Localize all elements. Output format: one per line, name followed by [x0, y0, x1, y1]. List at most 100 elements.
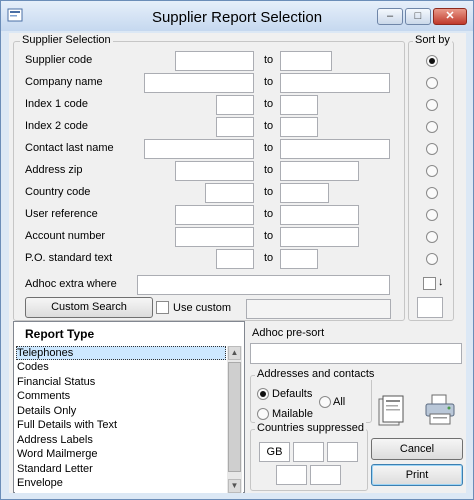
contact-last-name-from[interactable] [144, 139, 254, 159]
contact-last-name-to[interactable] [280, 139, 390, 159]
adhoc-extra-where-input[interactable] [137, 275, 390, 295]
report-window: Supplier Report Selection – □ ✕ Supplier… [0, 0, 474, 500]
index2-code-to[interactable] [280, 117, 318, 137]
contact-last-name-to-label: to [264, 142, 274, 154]
custom-search-button[interactable]: Custom Search [25, 297, 153, 318]
account-number-to[interactable] [280, 227, 359, 247]
adhoc-extra-where-label: Adhoc extra where [25, 278, 117, 290]
print-button[interactable]: Print [371, 464, 463, 486]
list-item-details-only[interactable]: Details Only [16, 404, 226, 418]
po-standard-text-from[interactable] [216, 249, 254, 269]
printer-icon[interactable] [422, 393, 458, 427]
country-suppressed-1[interactable] [259, 442, 290, 462]
report-type-list[interactable]: Telephones Codes Financial Status Commen… [15, 346, 243, 493]
use-custom-checkbox[interactable] [156, 301, 169, 314]
minimize-button[interactable]: – [377, 8, 403, 25]
company-name-to[interactable] [280, 73, 390, 93]
sort-by-extra-input[interactable] [417, 297, 443, 318]
countries-suppressed-group: Countries suppressed [250, 422, 368, 491]
all-radio[interactable] [319, 396, 331, 408]
company-name-to-label: to [264, 76, 274, 88]
country-suppressed-2[interactable] [293, 442, 324, 462]
account-number-to-label: to [264, 230, 274, 242]
adhoc-presort-label: Adhoc pre-sort [252, 327, 325, 339]
defaults-radio[interactable] [257, 388, 269, 400]
maximize-icon: □ [414, 10, 422, 22]
down-arrow-icon: ↓ [438, 276, 444, 288]
index1-code-to-label: to [264, 98, 274, 110]
supplier-selection-group: Supplier Selection Supplier code to Comp… [13, 34, 405, 321]
list-item-financial-status[interactable]: Financial Status [16, 375, 226, 389]
list-item-standard-letter[interactable]: Standard Letter [16, 462, 226, 476]
list-item-telephones[interactable]: Telephones [16, 346, 226, 360]
report-type-title: Report Type [25, 327, 95, 341]
cancel-button[interactable]: Cancel [371, 438, 463, 460]
list-item-envelope[interactable]: Envelope [16, 476, 226, 490]
list-item-comments[interactable]: Comments [16, 389, 226, 403]
list-item-word-mailmerge[interactable]: Word Mailmerge [16, 447, 226, 461]
sort-by-radio-2[interactable] [426, 77, 438, 89]
address-zip-to[interactable] [280, 161, 359, 181]
sort-by-radio-7[interactable] [426, 187, 438, 199]
mailable-label: Mailable [272, 408, 313, 420]
sort-by-radio-3[interactable] [426, 99, 438, 111]
country-suppressed-5[interactable] [310, 465, 341, 485]
use-custom-label: Use custom [173, 302, 232, 314]
account-number-label: Account number [25, 230, 106, 242]
index1-code-from[interactable] [216, 95, 254, 115]
po-standard-text-to[interactable] [280, 249, 318, 269]
sort-by-title: Sort by [413, 34, 452, 46]
defaults-label: Defaults [272, 388, 313, 400]
user-reference-from[interactable] [175, 205, 254, 225]
scroll-up-icon[interactable]: ▲ [228, 346, 241, 360]
sort-by-radio-10[interactable] [426, 253, 438, 265]
list-item-address-labels[interactable]: Address Labels [16, 433, 226, 447]
address-zip-to-label: to [264, 164, 274, 176]
sort-by-radio-1[interactable] [426, 55, 438, 67]
index1-code-label: Index 1 code [25, 98, 88, 110]
addresses-contacts-group: Addresses and contacts Defaults All Mail… [250, 368, 377, 423]
index1-code-to[interactable] [280, 95, 318, 115]
index2-code-label: Index 2 code [25, 120, 88, 132]
list-scrollbar[interactable]: ▲ ▼ [227, 346, 242, 493]
po-standard-text-to-label: to [264, 252, 274, 264]
sort-by-radio-5[interactable] [426, 143, 438, 155]
account-number-from[interactable] [175, 227, 254, 247]
close-button[interactable]: ✕ [433, 8, 467, 25]
sort-by-radio-9[interactable] [426, 231, 438, 243]
list-item-full-details[interactable]: Full Details with Text [16, 418, 226, 432]
mailable-radio[interactable] [257, 408, 269, 420]
index2-code-from[interactable] [216, 117, 254, 137]
title-bar: Supplier Report Selection – □ ✕ [1, 1, 473, 31]
company-name-from[interactable] [144, 73, 254, 93]
supplier-code-from[interactable] [175, 51, 254, 71]
sort-descending-checkbox[interactable] [423, 277, 436, 290]
maximize-button[interactable]: □ [405, 8, 431, 25]
sort-by-radio-4[interactable] [426, 121, 438, 133]
country-code-label: Country code [25, 186, 91, 198]
sort-by-radio-8[interactable] [426, 209, 438, 221]
supplier-code-to[interactable] [280, 51, 332, 71]
adhoc-presort-input[interactable] [250, 343, 462, 364]
use-custom-input[interactable] [246, 299, 391, 319]
supplier-selection-title: Supplier Selection [20, 34, 113, 46]
addresses-contacts-title: Addresses and contacts [255, 368, 377, 380]
list-item-codes[interactable]: Codes [16, 360, 226, 374]
po-standard-text-label: P.O. standard text [25, 252, 113, 264]
user-reference-label: User reference [25, 208, 98, 220]
user-reference-to[interactable] [280, 205, 359, 225]
country-suppressed-3[interactable] [327, 442, 358, 462]
scroll-down-icon[interactable]: ▼ [228, 479, 241, 493]
address-zip-from[interactable] [175, 161, 254, 181]
supplier-code-to-label: to [264, 54, 274, 66]
country-code-to[interactable] [280, 183, 329, 203]
minimize-icon: – [386, 10, 394, 22]
sort-by-radio-6[interactable] [426, 165, 438, 177]
sort-by-group: Sort by ↓ [408, 34, 454, 321]
scroll-thumb[interactable] [228, 362, 241, 472]
close-icon: ✕ [445, 10, 455, 22]
country-code-from[interactable] [205, 183, 254, 203]
preview-icon[interactable] [375, 395, 407, 429]
country-suppressed-4[interactable] [276, 465, 307, 485]
company-name-label: Company name [25, 76, 103, 88]
